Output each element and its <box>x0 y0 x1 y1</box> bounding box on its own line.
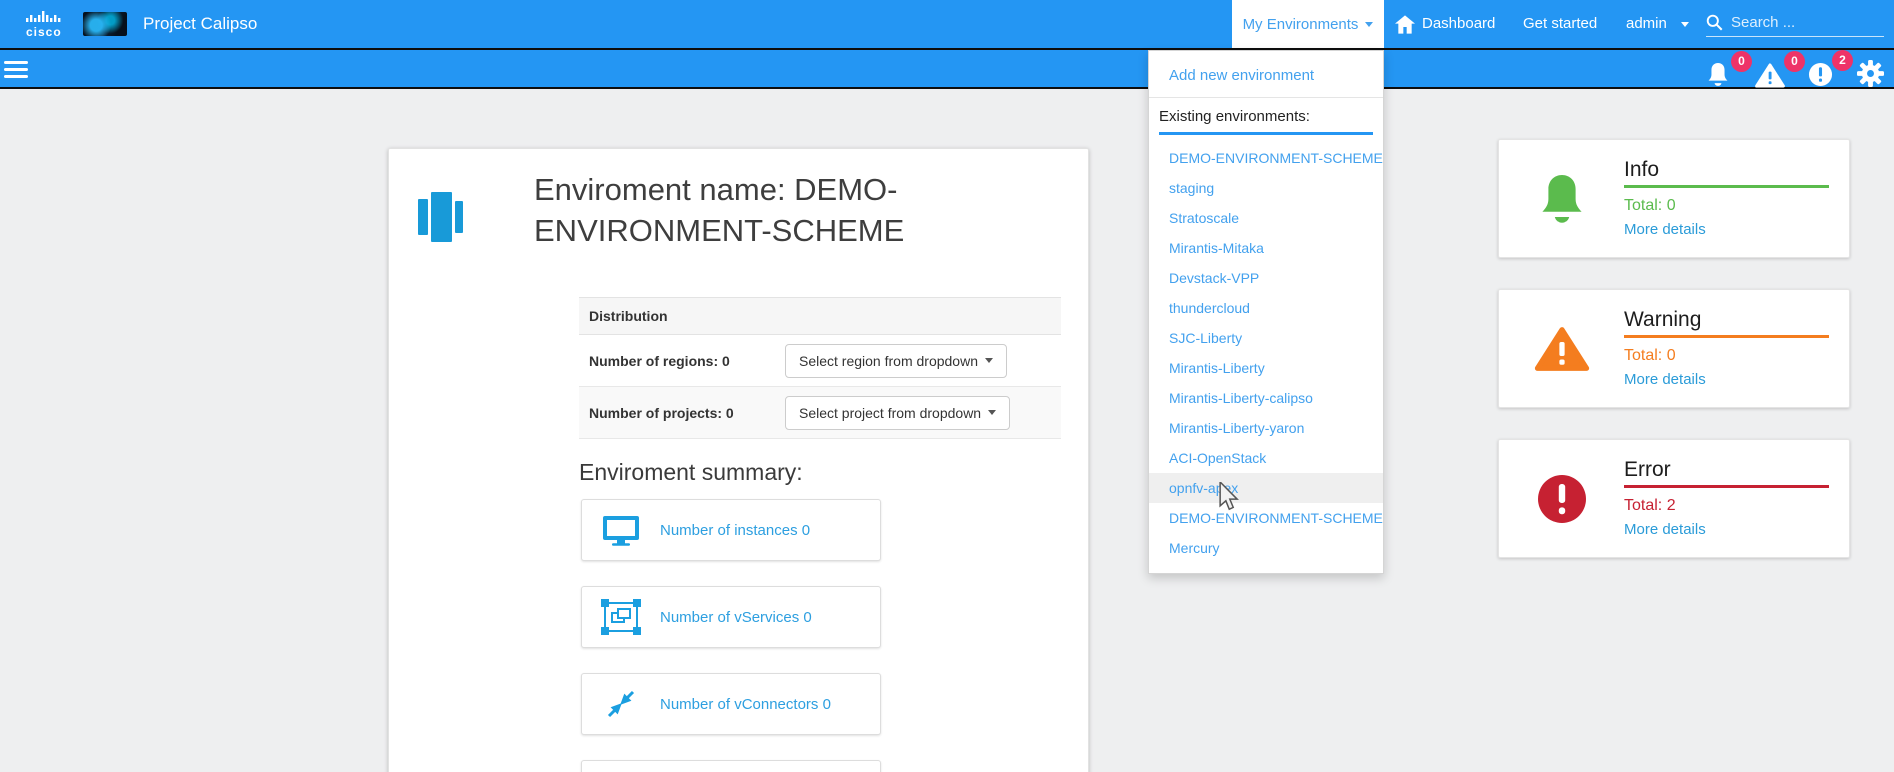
env-item-thundercloud[interactable]: thundercloud <box>1149 293 1383 323</box>
env-item-mirantis-mitaka[interactable]: Mirantis-Mitaka <box>1149 233 1383 263</box>
dropdown-divider <box>1149 97 1383 98</box>
error-more-details-link[interactable]: More details <box>1624 521 1829 538</box>
warnings-triangle-icon[interactable] <box>1754 63 1786 93</box>
hamburger-menu-icon[interactable] <box>4 61 28 82</box>
distribution-table: Distribution Number of regions: 0 Select… <box>579 297 1061 439</box>
monitor-icon <box>582 515 660 546</box>
nav-dashboard[interactable]: Dashboard <box>1395 0 1495 48</box>
nav-user-menu[interactable]: admin <box>1626 0 1689 48</box>
environments-dropdown-panel: Add new environment Existing environment… <box>1148 50 1384 574</box>
select-region-dropdown-button[interactable]: Select region from dropdown <box>785 344 1007 378</box>
env-item-mirantis-liberty-calipso[interactable]: Mirantis-Liberty-calipso <box>1149 383 1383 413</box>
error-title: Error <box>1624 458 1829 482</box>
nav-get-started[interactable]: Get started <box>1523 0 1597 48</box>
select-region-dropdown-label: Select region from dropdown <box>799 353 978 369</box>
add-new-environment-link[interactable]: Add new environment <box>1149 61 1383 91</box>
notifications-badge: 0 <box>1731 51 1752 72</box>
warnings-badge: 0 <box>1784 51 1805 72</box>
info-title: Info <box>1624 158 1829 182</box>
info-total: Total: 0 <box>1624 197 1829 215</box>
error-status-card: Error Total: 2 More details <box>1498 439 1850 558</box>
environment-title: Enviroment name: DEMO- ENVIRONMENT-SCHEM… <box>534 169 964 251</box>
notifications-bell-icon[interactable] <box>1706 62 1730 92</box>
info-status-card: Info Total: 0 More details <box>1498 139 1850 258</box>
environment-icon <box>416 189 466 250</box>
warning-more-details-link[interactable]: More details <box>1624 371 1829 388</box>
summary-heading: Enviroment summary: <box>579 459 803 486</box>
distribution-header: Distribution <box>579 298 1061 335</box>
env-item-sjc-liberty[interactable]: SJC-Liberty <box>1149 323 1383 353</box>
select-project-dropdown-button[interactable]: Select project from dropdown <box>785 396 1010 430</box>
vservices-link[interactable]: Number of vServices 0 <box>660 609 812 626</box>
mouse-cursor <box>1218 482 1240 517</box>
search-box <box>1706 9 1884 37</box>
errors-badge: 2 <box>1832 50 1853 71</box>
settings-gear-icon[interactable] <box>1857 60 1884 92</box>
error-circle-icon <box>1499 440 1624 557</box>
cisco-logo-bars-icon <box>26 10 62 22</box>
nav-my-environments-label: My Environments <box>1243 16 1359 33</box>
regions-count-label: Number of regions: 0 <box>589 353 785 369</box>
chevron-down-icon <box>1681 22 1689 27</box>
environment-title-line1: Enviroment name: DEMO- <box>534 169 964 210</box>
chevron-down-icon <box>985 358 993 363</box>
warning-triangle-icon <box>1499 290 1624 407</box>
warning-status-card: Warning Total: 0 More details <box>1498 289 1850 408</box>
env-item-opnfv-apex[interactable]: opnfv-apex <box>1149 473 1383 503</box>
vconnector-icon <box>582 689 660 719</box>
env-item-demo-environment-scheme-2[interactable]: DEMO-ENVIRONMENT-SCHEME <box>1149 503 1383 533</box>
existing-environments-label: Existing environments: <box>1149 104 1383 130</box>
vservice-icon <box>582 599 660 635</box>
home-icon <box>1395 15 1415 34</box>
app-title: Project Calipso <box>143 0 257 48</box>
summary-card-partial <box>581 760 881 772</box>
vservices-card[interactable]: Number of vServices 0 <box>581 586 881 648</box>
info-rule <box>1624 185 1829 188</box>
chevron-down-icon <box>1365 22 1373 27</box>
page: cisco Project Calipso My Environments Da… <box>0 0 1894 772</box>
env-item-aci-openstack[interactable]: ACI-OpenStack <box>1149 443 1383 473</box>
env-item-mirantis-liberty[interactable]: Mirantis-Liberty <box>1149 353 1383 383</box>
env-item-stratoscale[interactable]: Stratoscale <box>1149 203 1383 233</box>
info-more-details-link[interactable]: More details <box>1624 221 1829 238</box>
search-icon <box>1706 14 1723 31</box>
cisco-logo: cisco <box>26 9 62 37</box>
info-bell-icon <box>1499 140 1624 257</box>
environment-title-line2: ENVIRONMENT-SCHEME <box>534 210 964 251</box>
toolbar: 0 0 2 <box>0 48 1894 89</box>
top-navbar: cisco Project Calipso My Environments Da… <box>0 0 1894 48</box>
select-project-dropdown-label: Select project from dropdown <box>799 405 981 421</box>
env-item-staging[interactable]: staging <box>1149 173 1383 203</box>
vconnectors-link[interactable]: Number of vConnectors 0 <box>660 696 831 713</box>
table-row: Number of regions: 0 Select region from … <box>579 335 1061 387</box>
env-item-devstack-vpp[interactable]: Devstack-VPP <box>1149 263 1383 293</box>
nav-dashboard-label: Dashboard <box>1422 0 1495 48</box>
search-input[interactable] <box>1731 14 1877 31</box>
brand-thumbnail <box>83 12 127 36</box>
instances-link[interactable]: Number of instances 0 <box>660 522 810 539</box>
env-item-mirantis-liberty-yaron[interactable]: Mirantis-Liberty-yaron <box>1149 413 1383 443</box>
nav-get-started-label: Get started <box>1523 0 1597 48</box>
table-row: Number of projects: 0 Select project fro… <box>579 387 1061 439</box>
environment-card: Enviroment name: DEMO- ENVIRONMENT-SCHEM… <box>388 148 1089 772</box>
nav-user-label: admin <box>1626 0 1667 48</box>
projects-count-label: Number of projects: 0 <box>589 405 785 421</box>
errors-circle-icon[interactable] <box>1808 62 1833 92</box>
error-total: Total: 2 <box>1624 497 1829 515</box>
warning-rule <box>1624 335 1829 338</box>
existing-environments-rule <box>1159 132 1373 135</box>
warning-title: Warning <box>1624 308 1829 332</box>
instances-card[interactable]: Number of instances 0 <box>581 499 881 561</box>
env-item-mercury[interactable]: Mercury <box>1149 533 1383 563</box>
nav-my-environments[interactable]: My Environments <box>1232 0 1384 48</box>
error-rule <box>1624 485 1829 488</box>
cisco-logo-word: cisco <box>26 27 62 37</box>
env-item-demo-environment-scheme[interactable]: DEMO-ENVIRONMENT-SCHEME <box>1149 143 1383 173</box>
vconnectors-card[interactable]: Number of vConnectors 0 <box>581 673 881 735</box>
chevron-down-icon <box>988 410 996 415</box>
warning-total: Total: 0 <box>1624 347 1829 365</box>
